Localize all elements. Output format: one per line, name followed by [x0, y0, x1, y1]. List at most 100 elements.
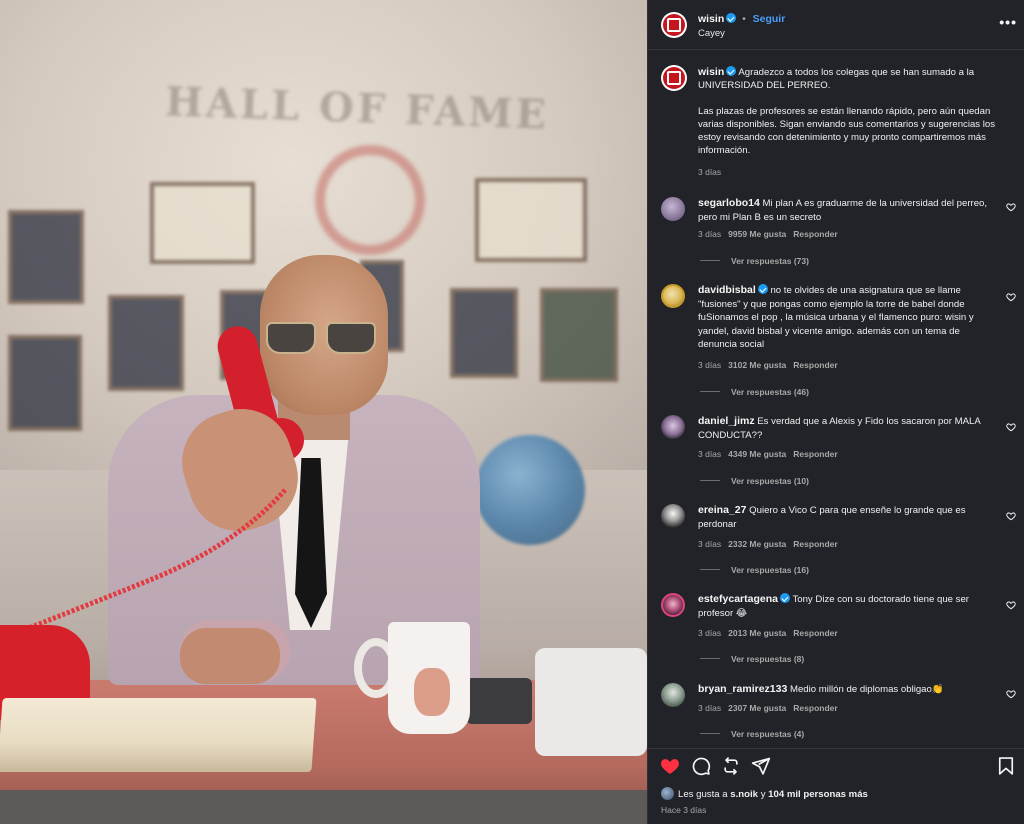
like-comment-heart-icon[interactable]: [1006, 422, 1016, 432]
avatar[interactable]: [661, 197, 685, 221]
wall-frame: [108, 295, 184, 391]
likes-count[interactable]: 104 mil personas más: [768, 789, 868, 800]
wall-frame: [150, 182, 255, 264]
caption-time[interactable]: 3 días: [698, 167, 721, 177]
comment-likes[interactable]: 4349 Me gusta: [728, 449, 786, 459]
username-link[interactable]: davidbisbal: [698, 284, 756, 296]
post-photo[interactable]: HALL OF FAME: [0, 0, 647, 824]
comment-likes[interactable]: 2013 Me gusta: [728, 628, 786, 638]
post-header: wisin • Seguir Cayey •••: [648, 0, 1024, 50]
desk-box: [535, 648, 647, 756]
likes-prefix: Les gusta a: [678, 789, 728, 800]
avatar[interactable]: [661, 593, 685, 617]
like-comment-heart-icon[interactable]: [1006, 600, 1016, 610]
likes-summary[interactable]: Les gusta a s.noik y 104 mil personas má…: [661, 787, 868, 800]
post-actions: Les gusta a s.noik y 104 mil personas má…: [648, 748, 1024, 824]
comment-body: Medio millón de diplomas obligao👏: [789, 684, 944, 695]
like-comment-heart-icon[interactable]: [1006, 511, 1016, 521]
wall-frame: [540, 288, 618, 382]
bookmark-icon[interactable]: [996, 756, 1016, 776]
avatar[interactable]: [661, 415, 685, 439]
username-link[interactable]: wisin: [698, 66, 724, 78]
reply-button[interactable]: Responder: [793, 360, 837, 370]
location-link[interactable]: Cayey: [698, 28, 725, 39]
heart-filled-icon[interactable]: [660, 756, 680, 776]
caption-paragraph: Agradezco a todos los colegas que se han…: [698, 67, 975, 91]
share-icon[interactable]: [751, 756, 771, 776]
username-link[interactable]: daniel_jimz: [698, 415, 755, 427]
comment-meta: 3 días 4349 Me gusta Responder: [698, 449, 838, 459]
verified-badge-icon: [726, 13, 737, 23]
view-replies-button[interactable]: Ver respuestas (8): [700, 654, 804, 664]
reply-button[interactable]: Responder: [793, 449, 837, 459]
comment-likes[interactable]: 2332 Me gusta: [728, 539, 786, 549]
repost-icon[interactable]: [721, 756, 741, 776]
reply-button[interactable]: Responder: [793, 229, 837, 239]
wall-seal: [315, 145, 425, 255]
desk-phone: [466, 678, 532, 724]
comment-time[interactable]: 3 días: [698, 360, 721, 370]
comment-text: ereina_27 Quiero a Vico C para que enseñ…: [698, 504, 998, 531]
view-replies-label: Ver respuestas (8): [731, 654, 805, 664]
username-link[interactable]: estefycartagena: [698, 593, 778, 605]
view-replies-button[interactable]: Ver respuestas (16): [700, 565, 809, 575]
comment-meta: 3 días 3102 Me gusta Responder: [698, 360, 838, 370]
wall-frame: [450, 288, 518, 378]
view-replies-button[interactable]: Ver respuestas (73): [700, 256, 809, 266]
verified-badge-icon: [757, 284, 768, 294]
header-user: wisin • Seguir: [698, 13, 785, 25]
comment-meta: 3 días 2332 Me gusta Responder: [698, 539, 838, 549]
view-replies-button[interactable]: Ver respuestas (4): [700, 729, 804, 739]
view-replies-label: Ver respuestas (46): [731, 387, 809, 397]
follow-button[interactable]: Seguir: [753, 13, 786, 25]
book: [0, 698, 317, 772]
liker-username[interactable]: s.noik: [730, 789, 758, 800]
username-link[interactable]: bryan_ramirez133: [698, 683, 787, 695]
comment-icon[interactable]: [691, 756, 711, 776]
comment-likes[interactable]: 9959 Me gusta: [728, 229, 786, 239]
username-link[interactable]: wisin: [698, 13, 724, 25]
view-replies-label: Ver respuestas (16): [731, 565, 809, 575]
comment-text: segarlobo14 Mi plan A es graduarme de la…: [698, 197, 998, 224]
wall-frame: [475, 178, 587, 262]
post-time[interactable]: Hace 3 días: [661, 805, 706, 815]
comment-time[interactable]: 3 días: [698, 449, 721, 459]
username-link[interactable]: segarlobo14: [698, 197, 760, 209]
comment-time[interactable]: 3 días: [698, 628, 721, 638]
view-replies-label: Ver respuestas (10): [731, 476, 809, 486]
comment-likes[interactable]: 3102 Me gusta: [728, 360, 786, 370]
comment-time[interactable]: 3 días: [698, 229, 721, 239]
avatar[interactable]: [661, 284, 685, 308]
comment-time[interactable]: 3 días: [698, 703, 721, 713]
view-replies-button[interactable]: Ver respuestas (10): [700, 476, 809, 486]
caption-text: wisin Agradezco a todos los colegas que …: [698, 66, 998, 170]
avatar[interactable]: [661, 683, 685, 707]
view-replies-button[interactable]: Ver respuestas (46): [700, 387, 809, 397]
like-comment-heart-icon[interactable]: [1006, 292, 1016, 302]
verified-badge-icon: [779, 593, 790, 603]
likes-mid: y: [760, 789, 766, 800]
comment-time[interactable]: 3 días: [698, 539, 721, 549]
comment-meta: 3 días 9959 Me gusta Responder: [698, 229, 838, 239]
like-comment-heart-icon[interactable]: [1006, 202, 1016, 212]
reply-button[interactable]: Responder: [793, 703, 837, 713]
globe: [475, 435, 585, 545]
comment-likes[interactable]: 2307 Me gusta: [728, 703, 786, 713]
avatar[interactable]: [661, 504, 685, 528]
reply-button[interactable]: Responder: [793, 628, 837, 638]
comment-text: estefycartagena Tony Dize con su doctora…: [698, 593, 998, 620]
avatar[interactable]: [661, 12, 687, 38]
like-comment-heart-icon[interactable]: [1006, 689, 1016, 699]
avatar: [661, 787, 674, 800]
desk-edge: [0, 790, 647, 824]
reply-button[interactable]: Responder: [793, 539, 837, 549]
comment-text: daniel_jimz Es verdad que a Alexis y Fid…: [698, 415, 998, 442]
username-link[interactable]: ereina_27: [698, 504, 746, 516]
post-side-panel: wisin • Seguir Cayey ••• wisin Agradezco…: [647, 0, 1024, 824]
mug-logo: [414, 668, 450, 716]
comment-meta: 3 días 2013 Me gusta Responder: [698, 628, 838, 638]
view-replies-label: Ver respuestas (4): [731, 729, 805, 739]
avatar[interactable]: [661, 65, 687, 91]
more-horizontal-icon[interactable]: •••: [999, 14, 1017, 30]
sunglasses: [266, 322, 378, 356]
